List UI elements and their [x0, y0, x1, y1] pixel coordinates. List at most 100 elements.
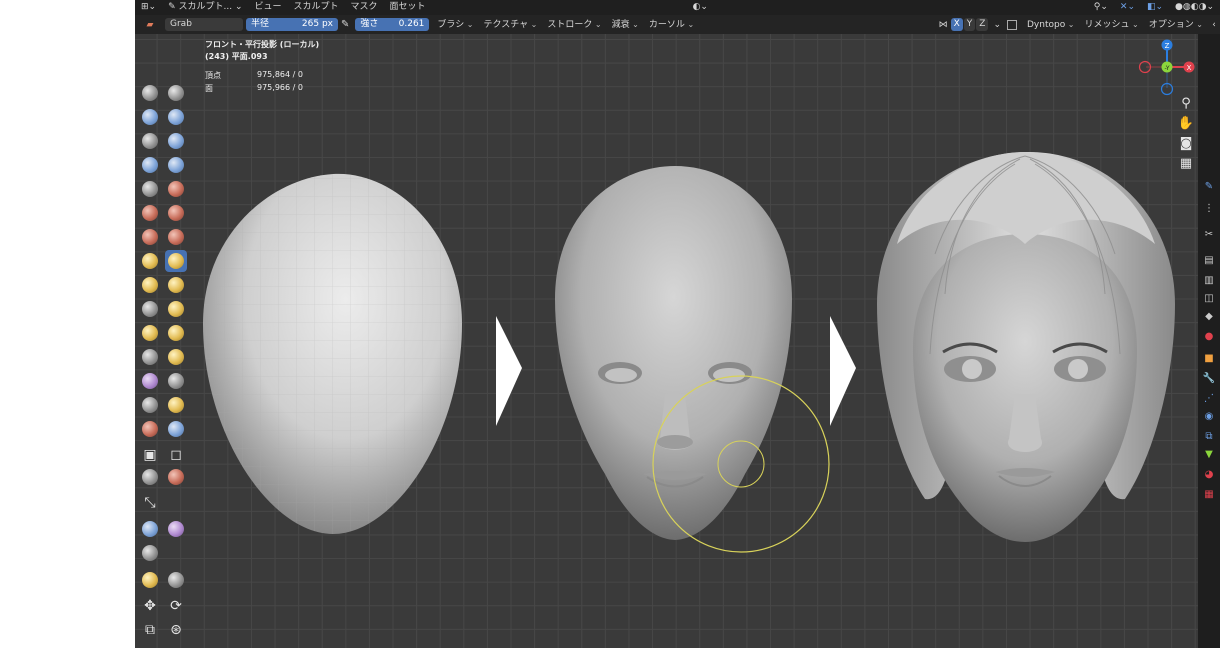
axis-x-toggle[interactable]: X — [950, 18, 963, 31]
multiplane-scrape-icon[interactable] — [139, 226, 161, 248]
falloff-dropdown[interactable]: 減衰 — [607, 15, 644, 35]
grab-brush-icon[interactable] — [165, 250, 187, 272]
transform-tool-icon[interactable]: ⊛ — [165, 619, 187, 641]
output-tab-icon[interactable]: ▥ — [1202, 274, 1216, 288]
simplify-brush-icon[interactable] — [139, 370, 161, 392]
layer-brush-icon[interactable] — [139, 130, 161, 152]
paint-brush-icon[interactable] — [139, 418, 161, 440]
gizmo-toggle-icon[interactable]: ⚲⌄ — [1088, 0, 1114, 15]
pan-hand-icon[interactable]: ✋ — [1176, 114, 1196, 134]
navigation-gizmo[interactable]: Z -Y X — [1138, 38, 1198, 100]
remesh-dropdown[interactable]: リメッシュ — [1079, 15, 1143, 35]
radius-field[interactable]: 半径 265 px — [246, 18, 338, 31]
menu-mask[interactable]: マスク — [345, 0, 384, 15]
zoom-icon[interactable]: ⚲ — [1176, 94, 1196, 114]
active-tool-tab-icon[interactable]: ✎ — [1202, 180, 1216, 194]
world-tab-icon[interactable]: ● — [1202, 330, 1216, 344]
tool-settings-icon[interactable]: ✕⌄ — [1114, 0, 1141, 15]
boundary-brush-icon[interactable] — [139, 346, 161, 368]
menu-view[interactable]: ビュー — [249, 0, 288, 15]
clay-brush-icon[interactable] — [139, 106, 161, 128]
nudge-brush-icon[interactable] — [165, 298, 187, 320]
menu-face-sets[interactable]: 面セット — [384, 0, 432, 15]
box-hide-icon[interactable]: ◻ — [165, 444, 187, 466]
collapse-chevron-icon[interactable]: ‹ — [1208, 20, 1220, 30]
overlay-toggle-icon[interactable]: ◧⌄ — [1141, 0, 1169, 15]
cursor-dropdown[interactable]: カーソル — [644, 15, 699, 35]
particles-tab-icon[interactable]: ⋰ — [1202, 392, 1216, 406]
line-project-icon[interactable]: ⤡ — [139, 492, 161, 514]
axis-z-toggle[interactable]: Z — [976, 18, 989, 31]
cloth-filter-icon[interactable] — [165, 518, 187, 540]
inflate-brush-icon[interactable] — [165, 130, 187, 152]
thumb-brush-icon[interactable] — [165, 274, 187, 296]
draw-sharp-brush-icon[interactable] — [165, 82, 187, 104]
mode-selector[interactable]: ✎ スカルプト... ⌄ — [162, 0, 248, 15]
box-mask-icon[interactable]: ▣ — [139, 444, 161, 466]
draw-face-sets-icon[interactable] — [139, 394, 161, 416]
grid-view-icon[interactable]: ▦ — [1176, 154, 1196, 174]
texture-dropdown[interactable]: テクスチャ — [478, 15, 542, 35]
mesh-filter-icon[interactable] — [139, 518, 161, 540]
options-dropdown[interactable]: オプション — [1144, 15, 1208, 35]
modifier-tab-icon[interactable]: 🔧 — [1202, 372, 1216, 386]
blob-brush-icon[interactable] — [139, 154, 161, 176]
pose-brush-icon[interactable] — [139, 298, 161, 320]
dyntopo-checkbox[interactable] — [1007, 19, 1017, 30]
clay-strips-brush-icon[interactable] — [165, 106, 187, 128]
tool-tab-icon[interactable]: ✂ — [1202, 228, 1216, 242]
mask-by-color-icon[interactable] — [165, 569, 187, 591]
smooth-brush-icon[interactable] — [139, 178, 161, 200]
color-filter-icon[interactable] — [139, 542, 161, 564]
brush-icon[interactable]: ▰ — [135, 20, 165, 30]
elastic-deform-icon[interactable] — [139, 250, 161, 272]
smear-brush-icon[interactable] — [165, 418, 187, 440]
strength-field[interactable]: 強さ 0.261 — [355, 18, 430, 31]
3d-viewport[interactable]: フロント・平行投影 (ローカル) (243) 平面.093 頂点 975,864… — [135, 34, 1198, 648]
render-dots-icon[interactable]: ⋮ — [1202, 202, 1216, 216]
viewport-shading-overlay-icon[interactable]: ◐⌄ — [687, 0, 714, 15]
crease-brush-icon[interactable] — [165, 154, 187, 176]
object-tab-icon[interactable]: ■ — [1202, 352, 1216, 366]
pen-pressure-icon[interactable]: ✎ — [341, 19, 349, 30]
scene-tab-icon[interactable]: ◆ — [1202, 310, 1216, 324]
move-tool-icon[interactable]: ✥ — [139, 595, 161, 617]
bald-face-mesh[interactable] — [555, 166, 792, 540]
finished-head-mesh[interactable] — [877, 151, 1175, 542]
box-face-set-icon[interactable] — [165, 466, 187, 488]
physics-tab-icon[interactable]: ◉ — [1202, 410, 1216, 424]
snake-hook-icon[interactable] — [139, 274, 161, 296]
texture-tab-icon[interactable]: ▦ — [1202, 488, 1216, 502]
egg-base-mesh[interactable] — [203, 173, 462, 534]
axis-y-toggle[interactable]: Y — [963, 18, 976, 31]
dyntopo-dropdown[interactable]: Dyntopo — [1022, 15, 1079, 35]
brush-name-field[interactable]: Grab — [165, 18, 243, 31]
slide-relax-icon[interactable] — [165, 322, 187, 344]
scrape-brush-icon[interactable] — [165, 202, 187, 224]
constraints-tab-icon[interactable]: ⧉ — [1202, 430, 1216, 444]
cloth-brush-icon[interactable] — [165, 346, 187, 368]
rotate-brush-icon[interactable] — [139, 322, 161, 344]
view-layer-tab-icon[interactable]: ◫ — [1202, 292, 1216, 306]
fill-brush-icon[interactable] — [139, 202, 161, 224]
edit-face-set-icon[interactable] — [139, 569, 161, 591]
menu-sculpt[interactable]: スカルプト — [288, 0, 345, 15]
shading-modes[interactable]: ●◍◐◑⌄ — [1169, 0, 1220, 15]
editor-type-icon[interactable]: ⊞⌄ — [135, 0, 162, 15]
draw-brush-icon[interactable] — [139, 82, 161, 104]
axis-dropdown-icon[interactable]: ⌄ — [993, 20, 1001, 30]
data-tab-icon[interactable]: ▼ — [1202, 448, 1216, 462]
rotate-tool-icon[interactable]: ⟳ — [165, 595, 187, 617]
stroke-dropdown[interactable]: ストローク — [542, 15, 606, 35]
material-tab-icon[interactable]: ◕ — [1202, 468, 1216, 482]
symmetry-icon[interactable]: ⋈ — [939, 20, 948, 30]
brush-dropdown[interactable]: ブラシ — [432, 15, 478, 35]
mask-brush-icon[interactable] — [165, 370, 187, 392]
scale-tool-icon[interactable]: ⧉ — [139, 619, 161, 641]
pinch-brush-icon[interactable] — [165, 226, 187, 248]
render-tab-icon[interactable]: ▤ — [1202, 254, 1216, 268]
camera-icon[interactable]: ◙ — [1176, 134, 1196, 154]
multires-displacement-icon[interactable] — [165, 394, 187, 416]
lasso-trim-icon[interactable] — [139, 466, 161, 488]
flatten-brush-icon[interactable] — [165, 178, 187, 200]
